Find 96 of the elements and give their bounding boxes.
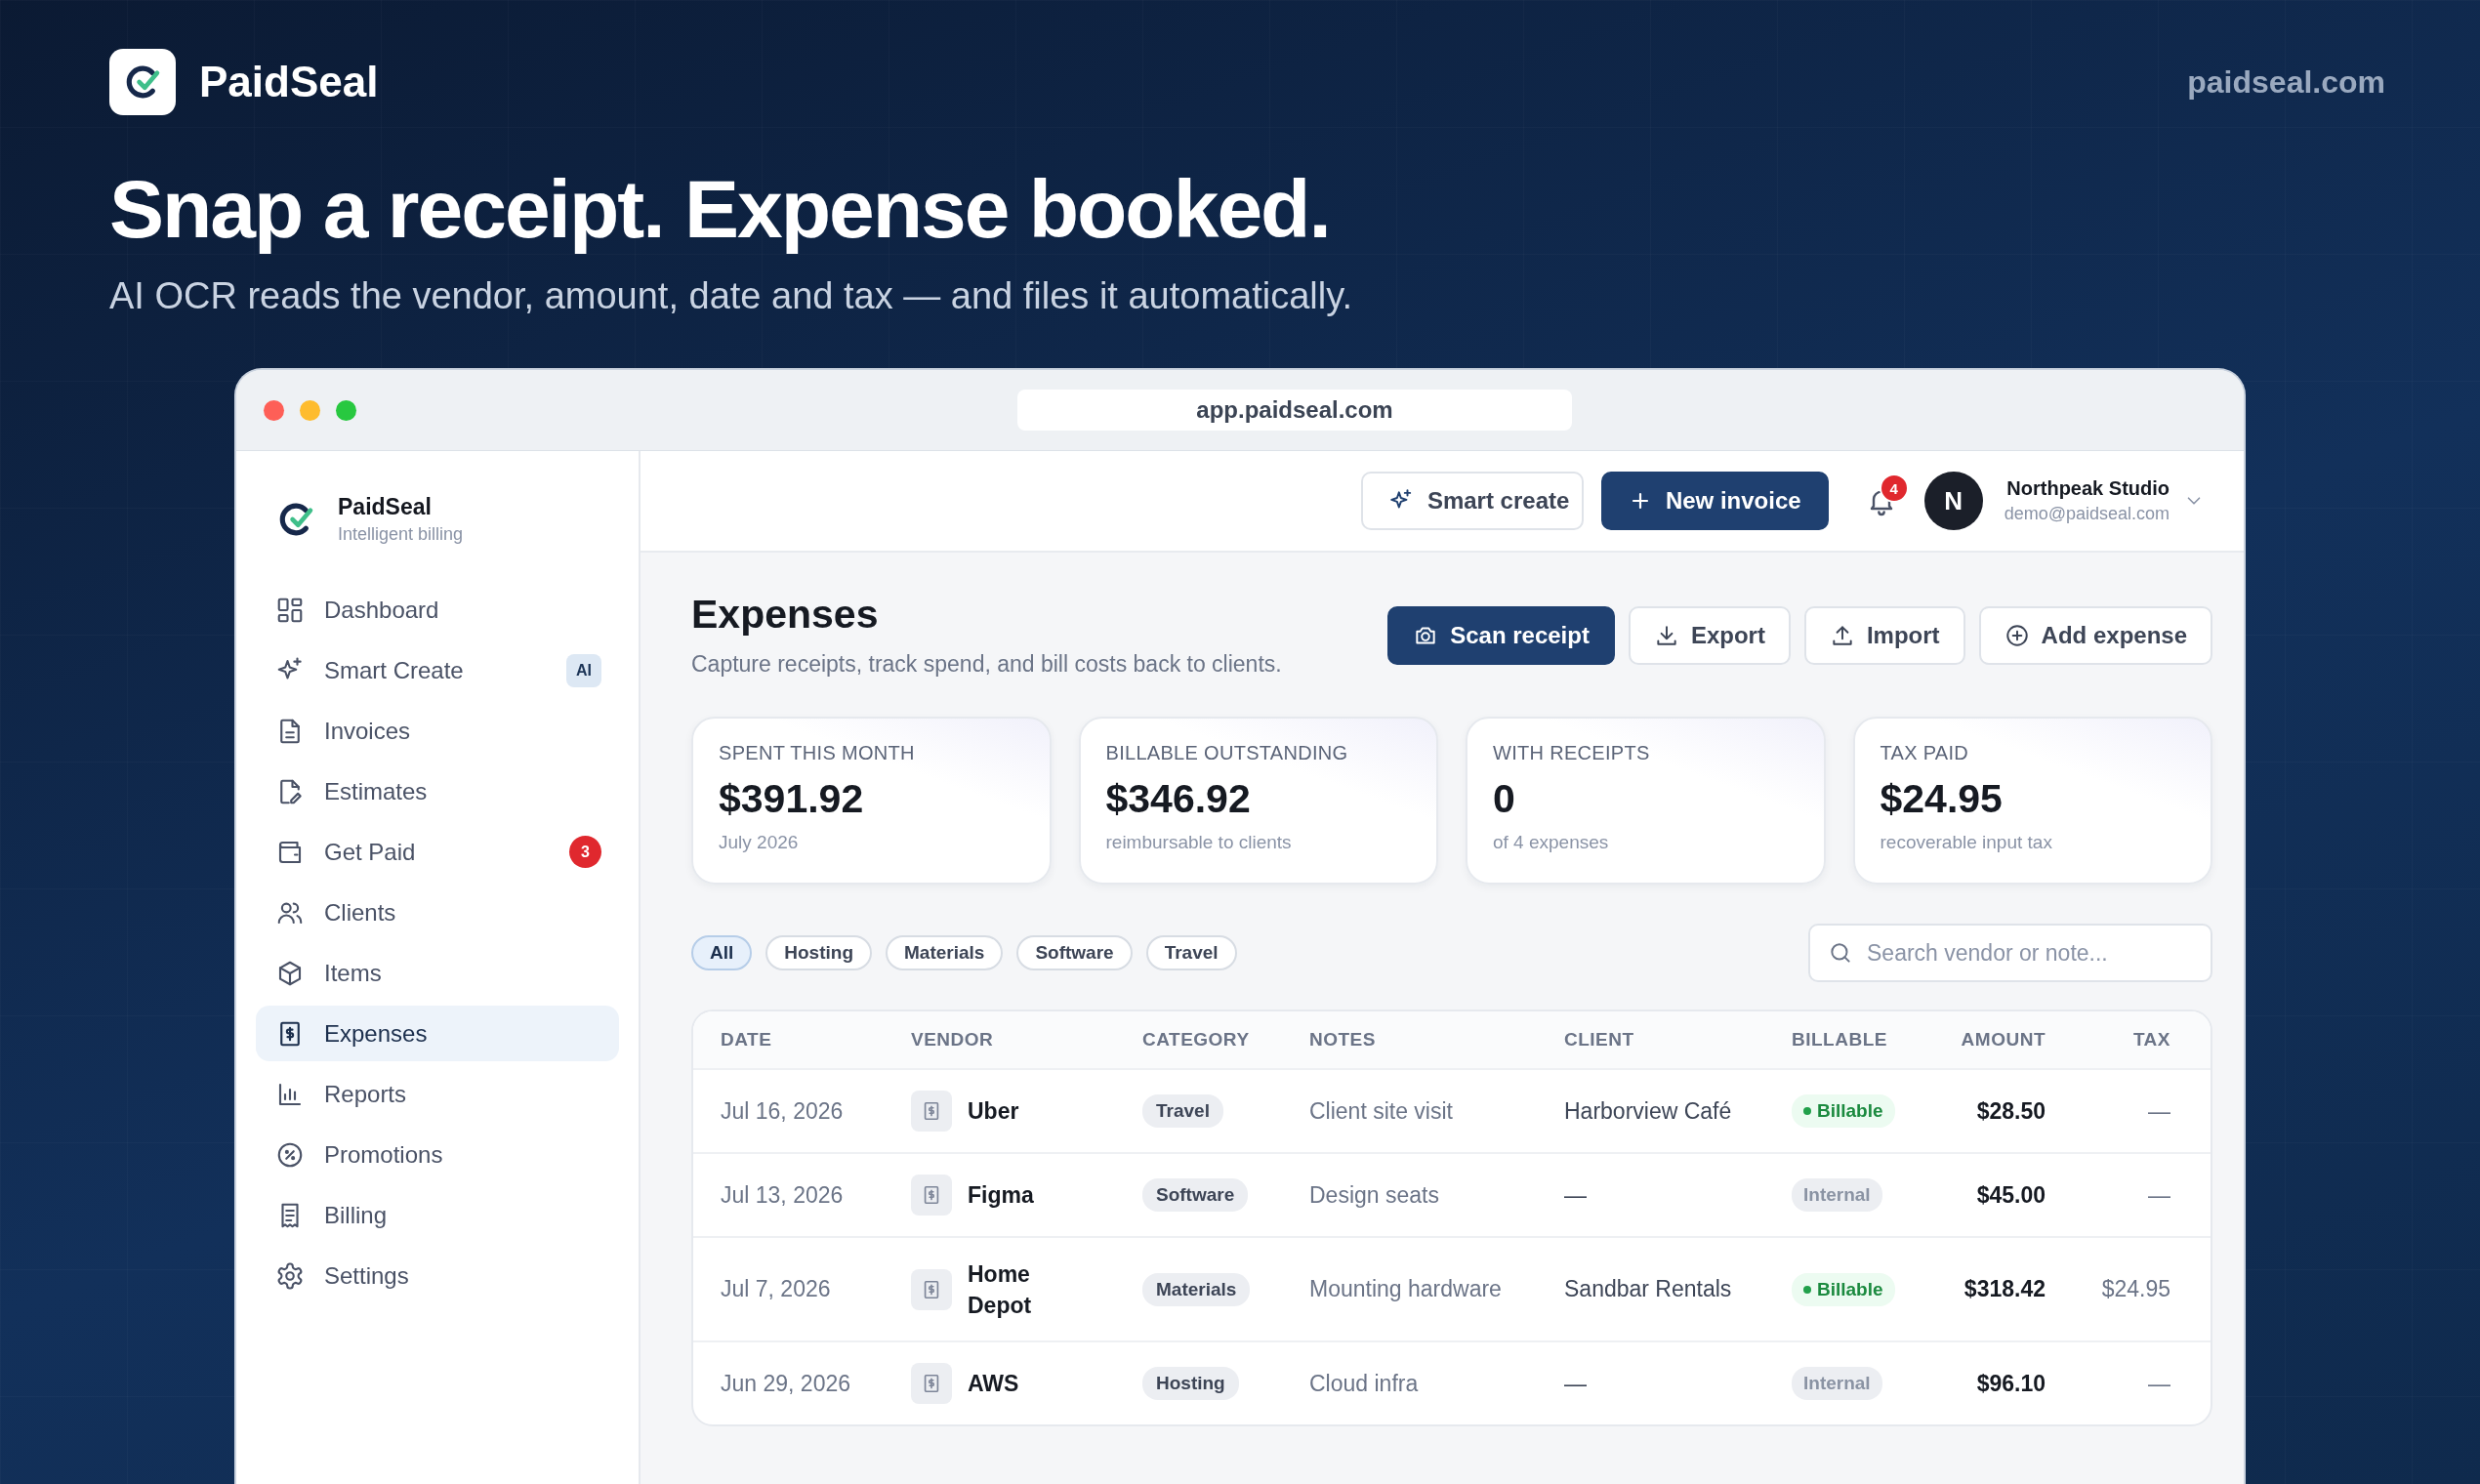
client-cell-text: — [1564,1370,1588,1397]
stat-note: reimbursable to clients [1105,832,1293,854]
vendor-name: Figma [968,1181,1034,1211]
column-header: VENDOR [911,1029,995,1051]
add-expense-button[interactable]: Add expense [1978,606,2212,666]
category-tag: Travel [1142,1094,1223,1129]
column-header: CATEGORY [1142,1029,1251,1051]
ai-tag: AI [566,653,601,687]
tax-cell-text: — [2147,1181,2170,1209]
brand-name: PaidSeal [199,58,379,106]
stat-value: $24.95 [1880,776,2004,823]
stat-value: $391.92 [719,776,865,823]
category-tag: Hosting [1142,1367,1239,1401]
nav-item[interactable]: Get Paid 3 [256,824,619,881]
amount-cell-text: $96.10 [1975,1370,2046,1397]
notes-cell-text: Mounting hardware [1309,1276,1503,1303]
close-window-button[interactable] [264,399,284,421]
page-subtitle: Capture receipts, track spend, and bill costs back to clients. [691,651,1282,679]
nav-item[interactable]: Dashboard [256,582,619,639]
notes-cell-text: Client site visit [1309,1097,1454,1125]
nav-item[interactable]: Settings [256,1248,619,1304]
smart-create-button[interactable]: Smart create [1360,472,1584,531]
notes-cell-text: Design seats [1309,1181,1440,1209]
tax-cell-text: — [2147,1097,2170,1125]
billable-status: Internal [1792,1178,1882,1213]
page-title: Expenses [691,592,880,639]
stat-value: 0 [1493,776,1516,823]
filter-chip[interactable]: All [691,935,753,971]
account-email: demo@paidseal.com [2004,504,2170,525]
stat-note: recoverable input tax [1880,832,2053,854]
settings-icon [275,1260,305,1291]
address-bar[interactable]: app.paidseal.com [1017,390,1572,432]
account-name: Northpeak Studio [2005,477,2170,501]
minimize-window-button[interactable] [300,399,320,421]
date-cell-text: Jun 29, 2026 [721,1370,851,1397]
category-tag: Software [1142,1178,1249,1213]
nav-item[interactable]: Invoices [256,703,619,760]
import-button[interactable]: Import [1803,606,1965,666]
nav-item[interactable]: Estimates [256,763,619,820]
search-field[interactable]: Search vendor or note... [1808,924,2212,983]
stat-note: July 2026 [719,832,800,854]
headline: Snap a receipt. Expense booked. [109,164,1331,255]
billable-status: Internal [1792,1367,1882,1401]
brand-name: PaidSeal [338,494,432,520]
filter-chip[interactable]: Materials [886,935,1004,971]
plus-circle-icon [2004,623,2030,649]
client-cell-text: — [1564,1181,1588,1209]
vendor-name: Uber [968,1097,1019,1127]
nav-item[interactable]: Promotions [256,1127,619,1183]
scan-receipt-button[interactable]: Scan receipt [1387,606,1615,666]
column-header: CLIENT [1564,1029,1635,1051]
nav-item[interactable]: Reports [256,1066,619,1123]
vendor-name: AWS [968,1370,1019,1399]
column-header: DATE [721,1029,773,1051]
stat-note: of 4 expenses [1493,832,1610,854]
column-header: NOTES [1309,1029,1377,1051]
stat-label: SPENT THIS MONTH [719,742,916,765]
export-button[interactable]: Export [1628,606,1791,666]
tax-cell-text: — [2147,1370,2170,1397]
nav-item[interactable]: Clients [256,885,619,941]
amount-cell-text: $45.00 [1975,1181,2046,1209]
maximize-window-button[interactable] [336,399,356,421]
date-cell-text: Jul 13, 2026 [721,1181,845,1209]
date-cell-text: Jul 7, 2026 [721,1276,832,1303]
stat-label: TAX PAID [1880,742,1970,765]
column-header: BILLABLE [1792,1029,1888,1051]
tax-cell-text: $24.95 [2100,1276,2170,1303]
stat-label: BILLABLE OUTSTANDING [1105,742,1349,765]
nav-item[interactable]: Items [256,945,619,1002]
nav-item[interactable]: Smart Create AI [256,642,619,699]
stat-label: WITH RECEIPTS [1493,742,1651,765]
notes-cell-text: Cloud infra [1309,1370,1420,1397]
category-tag: Materials [1142,1272,1251,1306]
website-link[interactable]: paidseal.com [2187,63,2385,101]
brand-tagline: Intelligent billing [338,524,464,546]
billable-status: Billable [1792,1272,1895,1306]
count-badge: 3 [569,836,601,869]
date-cell-text: Jul 16, 2026 [721,1097,845,1125]
nav-item[interactable]: Billing [256,1187,619,1244]
client-cell-text: Sandbar Rentals [1564,1276,1733,1303]
subheadline: AI OCR reads the vendor, amount, date and tax — and files it automatically. [109,275,1353,318]
client-cell-text: Harborview Café [1564,1097,1733,1125]
filter-chip[interactable]: Hosting [765,935,872,971]
amount-cell-text: $318.42 [1963,1276,2046,1303]
notification-badge: 4 [1879,474,1909,504]
stat-value: $346.92 [1105,776,1252,823]
filter-chip[interactable]: Travel [1145,935,1237,971]
avatar[interactable]: N [1923,472,1983,531]
column-header: AMOUNT [1960,1029,2046,1051]
vendor-name: Home Depot [968,1259,1033,1320]
new-invoice-button[interactable]: New invoice [1600,472,1829,531]
nav-item[interactable]: Expenses [256,1006,619,1062]
column-header: TAX [2131,1029,2170,1051]
billable-status: Billable [1792,1094,1895,1129]
amount-cell-text: $28.50 [1975,1097,2046,1125]
filter-chip[interactable]: Software [1016,935,1133,971]
